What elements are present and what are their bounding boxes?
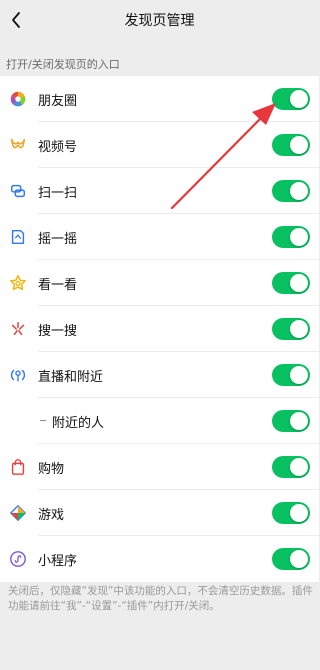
list-item-people-nearby[interactable]: 附近的人 [0, 398, 319, 444]
toggle-knob [290, 136, 308, 154]
scan-icon [8, 181, 28, 201]
list-item-shopping[interactable]: 购物 [0, 444, 319, 490]
toggle-knob [290, 412, 308, 430]
games-icon [8, 503, 28, 523]
toggle-switch[interactable] [272, 88, 310, 110]
item-label: 看一看 [38, 278, 78, 293]
toggle-knob [290, 458, 308, 476]
toggle-switch[interactable] [272, 502, 310, 524]
list-item-games[interactable]: 游戏 [0, 490, 319, 536]
list-item-channels[interactable]: 视频号 [0, 122, 319, 168]
moments-icon [8, 89, 28, 109]
page-title: 发现页管理 [124, 13, 195, 29]
list-item-live-nearby[interactable]: 直播和附近 [0, 352, 319, 398]
toggle-switch[interactable] [272, 272, 310, 294]
search-icon [8, 319, 28, 339]
item-label: 朋友圈 [38, 94, 78, 109]
shopping-icon [8, 457, 28, 477]
navigation-bar: 发现页管理 [0, 0, 319, 42]
mini-programs-icon [8, 549, 28, 569]
toggle-switch[interactable] [272, 180, 310, 202]
section-header: 打开/关闭发现页的入口 [6, 58, 120, 71]
item-label: 游戏 [38, 508, 65, 523]
item-label: 视频号 [38, 140, 78, 155]
toggle-knob [290, 504, 308, 522]
entry-list: 朋友圈 视频号 扫一扫 摇一摇 看一看 搜一搜 直播和附近 附近的人 购物 游戏… [0, 76, 319, 582]
toggle-knob [290, 228, 308, 246]
toggle-switch[interactable] [272, 318, 310, 340]
shake-icon [8, 227, 28, 247]
toggle-knob [290, 366, 308, 384]
toggle-knob [290, 90, 308, 108]
list-item-shake[interactable]: 摇一摇 [0, 214, 319, 260]
toggle-knob [290, 182, 308, 200]
item-label: 扫一扫 [38, 186, 78, 201]
toggle-switch[interactable] [272, 456, 310, 478]
toggle-knob [290, 274, 308, 292]
item-label: 购物 [38, 462, 65, 477]
list-item-mini-programs[interactable]: 小程序 [0, 536, 319, 582]
item-label: 搜一搜 [38, 324, 78, 339]
list-item-search[interactable]: 搜一搜 [0, 306, 319, 352]
toggle-switch[interactable] [272, 410, 310, 432]
live-nearby-icon [8, 365, 28, 385]
toggle-switch[interactable] [272, 134, 310, 156]
sub-item-dash [40, 420, 46, 421]
list-item-moments[interactable]: 朋友圈 [0, 76, 319, 122]
item-label: 附近的人 [52, 416, 105, 431]
top-stories-icon [8, 273, 28, 293]
item-label: 摇一摇 [38, 232, 78, 247]
toggle-knob [290, 320, 308, 338]
toggle-switch[interactable] [272, 364, 310, 386]
channels-icon [8, 135, 28, 155]
item-label: 直播和附近 [38, 370, 104, 385]
toggle-switch[interactable] [272, 548, 310, 570]
footer-note: 关闭后，仅隐藏“发现”中该功能的入口，不会清空历史数据。插件功能请前往“我”-“… [8, 585, 313, 612]
toggle-switch[interactable] [272, 226, 310, 248]
list-item-top-stories[interactable]: 看一看 [0, 260, 319, 306]
list-item-scan[interactable]: 扫一扫 [0, 168, 319, 214]
toggle-knob [290, 550, 308, 568]
item-label: 小程序 [38, 554, 78, 569]
